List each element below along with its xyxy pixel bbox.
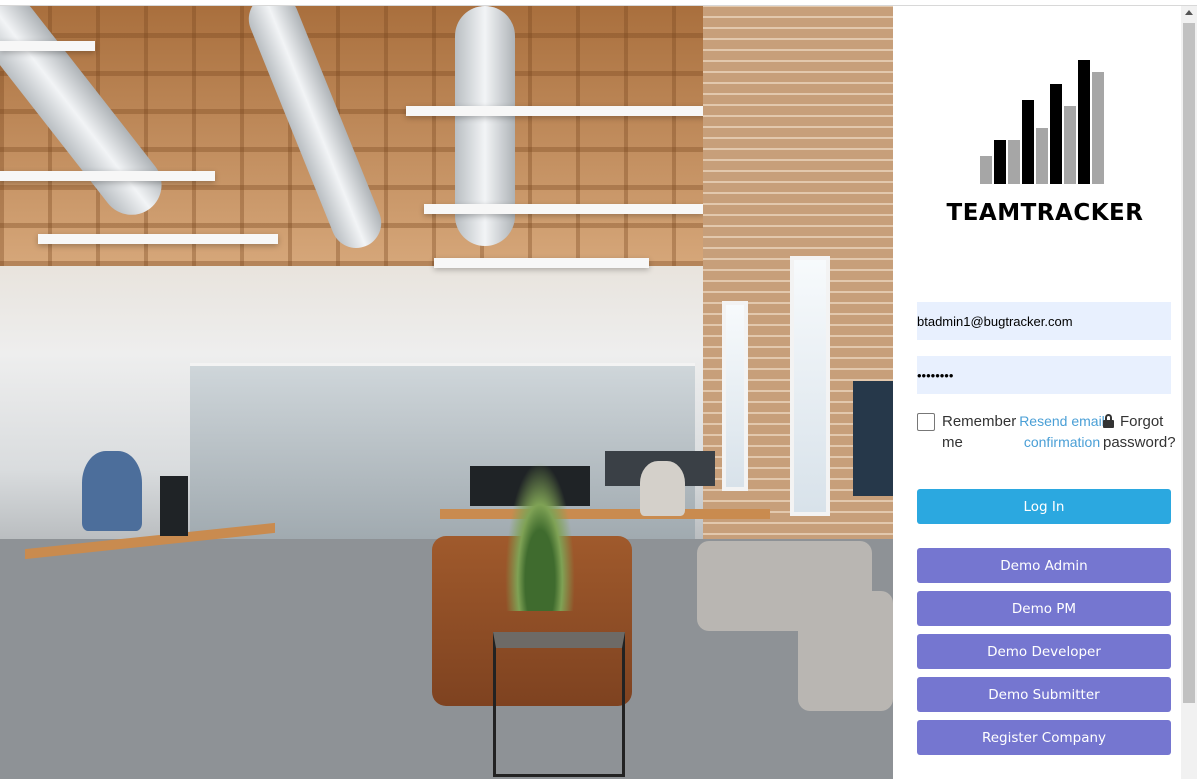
- ceiling-light: [424, 204, 704, 214]
- lock-icon: [1103, 414, 1114, 428]
- login-panel: TEAMTRACKER btadmin1@bugtracker.com ••••…: [893, 6, 1181, 779]
- demo-submitter-button[interactable]: Demo Submitter: [917, 677, 1171, 712]
- ceiling-light: [38, 234, 278, 244]
- logo-bar: [994, 140, 1006, 184]
- armchair: [798, 591, 893, 711]
- office-hero-image: [0, 6, 893, 779]
- logo-bar: [1008, 140, 1020, 184]
- demo-pm-button[interactable]: Demo PM: [917, 591, 1171, 626]
- remember-me-checkbox[interactable]: [917, 413, 935, 431]
- logo-bar: [1092, 72, 1104, 184]
- ceiling-light: [0, 171, 215, 181]
- forgot-password-link[interactable]: Forgot password?: [1103, 411, 1181, 453]
- logo-bar: [1022, 100, 1034, 184]
- desk: [440, 509, 770, 519]
- vertical-scrollbar[interactable]: [1181, 6, 1197, 779]
- monitor: [160, 476, 188, 536]
- scroll-up-arrow-icon[interactable]: [1185, 10, 1193, 15]
- log-in-button[interactable]: Log In: [917, 489, 1171, 524]
- password-field[interactable]: ••••••••: [917, 356, 1171, 394]
- side-table: [493, 632, 625, 777]
- logo-bar: [980, 156, 992, 184]
- password-value: ••••••••: [917, 367, 954, 383]
- demo-admin-button[interactable]: Demo Admin: [917, 548, 1171, 583]
- wall-screen: [853, 381, 893, 496]
- window: [722, 301, 748, 491]
- brand-name: TEAMTRACKER: [946, 200, 1144, 226]
- bar-chart-logo-icon: [980, 58, 1110, 184]
- email-value: btadmin1@bugtracker.com: [917, 313, 1073, 329]
- window: [790, 256, 830, 516]
- potted-plant: [505, 461, 575, 611]
- person: [82, 451, 142, 531]
- ceiling-light: [434, 258, 649, 268]
- logo-bar: [1050, 84, 1062, 184]
- teamtracker-logo: TEAMTRACKER: [945, 58, 1145, 230]
- demo-developer-button[interactable]: Demo Developer: [917, 634, 1171, 669]
- ceiling-light: [0, 41, 95, 51]
- register-company-button[interactable]: Register Company: [917, 720, 1171, 755]
- remember-me[interactable]: Remember me: [917, 411, 1027, 451]
- logo-bar: [1036, 128, 1048, 184]
- logo-bar: [1064, 106, 1076, 184]
- resend-email-confirmation-link[interactable]: Resend email confirmation: [1017, 411, 1107, 453]
- person: [640, 461, 685, 516]
- email-field[interactable]: btadmin1@bugtracker.com: [917, 302, 1171, 340]
- logo-bar: [1078, 60, 1090, 184]
- scrollbar-thumb[interactable]: [1183, 23, 1195, 703]
